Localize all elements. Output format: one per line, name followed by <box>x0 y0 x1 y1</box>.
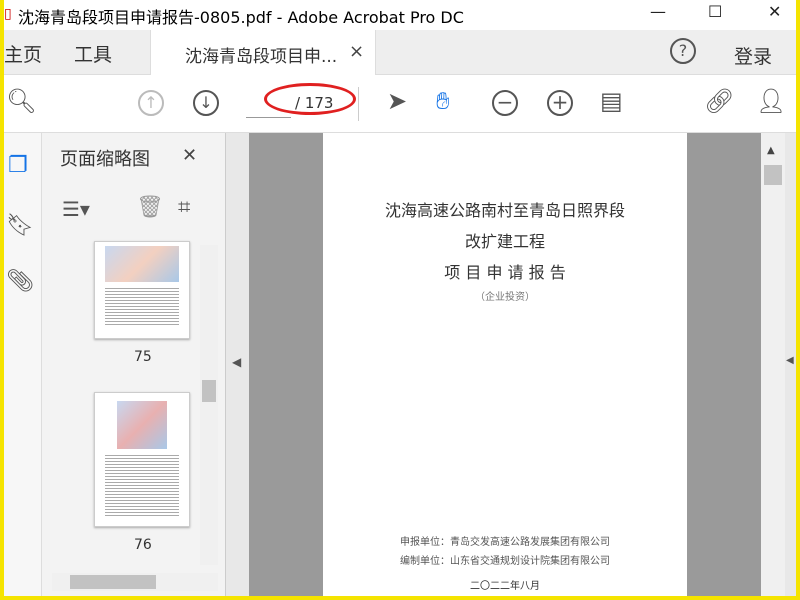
scroll-thumb[interactable] <box>70 575 156 589</box>
left-rail: ❐ 🔖︎ 📎︎ <box>4 133 42 596</box>
zoom-in-icon[interactable]: + <box>547 90 573 116</box>
panel-horizontal-scrollbar[interactable] <box>52 573 218 591</box>
doc-title-line2: 改扩建工程 <box>464 232 545 251</box>
thumbnail-label: 75 <box>134 349 152 365</box>
doc-applicant: 申报单位：青岛交发高速公路发展集团有限公司 <box>400 537 610 548</box>
right-panel-strip[interactable]: ◀ <box>785 133 796 596</box>
acrobat-window: ▯ 沈海青岛段项目申请报告-0805.pdf - Adobe Acrobat P… <box>4 0 796 596</box>
hand-tool-icon[interactable]: ✋︎ <box>436 87 450 115</box>
panel-title: 页面缩略图 <box>60 149 150 170</box>
bookmark-icon[interactable]: 🔖︎ <box>6 213 34 238</box>
annotation-ellipse <box>264 83 356 115</box>
document-vertical-scrollbar[interactable]: ▲ <box>761 133 785 596</box>
minimize-button[interactable]: — <box>650 2 666 21</box>
window-title: 沈海青岛段项目申请报告-0805.pdf - Adobe Acrobat Pro… <box>18 8 464 27</box>
delete-page-icon[interactable]: 🗑︎ <box>136 195 164 220</box>
page-layout-icon[interactable]: ▤ <box>600 87 623 115</box>
tab-bar: 主页 工具 沈海青岛段项目申... × ? 登录 <box>4 30 796 75</box>
next-page-icon[interactable]: ↓ <box>193 90 219 116</box>
login-button[interactable]: 登录 <box>734 42 772 69</box>
expand-arrow-icon[interactable]: ◀ <box>786 355 794 366</box>
doc-title-line1: 沈海高速公路南村至青岛日照界段 <box>384 201 625 220</box>
select-arrow-icon[interactable]: ➤ <box>387 87 407 115</box>
pdf-page: 沈海高速公路南村至青岛日照界段 改扩建工程 项 目 申 请 报 告 （企业投资）… <box>323 133 687 596</box>
tab-document[interactable]: 沈海青岛段项目申... × <box>150 30 376 75</box>
close-button[interactable]: ✕ <box>768 2 781 21</box>
thumbnail-page-75[interactable] <box>94 241 190 339</box>
panel-close-icon[interactable]: ✕ <box>182 145 197 166</box>
page-number-input[interactable] <box>246 117 291 118</box>
collapse-arrow-icon[interactable]: ◀ <box>232 355 241 369</box>
doc-date: 二〇二二年八月 <box>470 581 540 592</box>
tab-document-label: 沈海青岛段项目申... <box>185 47 338 67</box>
add-user-icon[interactable]: 👤︎ <box>756 87 786 115</box>
title-bar: ▯ 沈海青岛段项目申请报告-0805.pdf - Adobe Acrobat P… <box>4 0 796 30</box>
toolbar: 🔍︎ ↑ ↓ / 173 ➤ ✋︎ − + ▤ 🔗︎ 👤︎ <box>4 75 796 133</box>
thumbnail-page-76[interactable] <box>94 392 190 527</box>
doc-title-line3: 项 目 申 请 报 告 <box>444 263 566 282</box>
tab-tools[interactable]: 工具 <box>74 40 112 67</box>
maximize-button[interactable]: ☐ <box>708 2 722 21</box>
page-thumbnails-icon[interactable]: ❐ <box>8 153 28 178</box>
thumbnails-panel: 页面缩略图 ✕ ☰▾ 🗑︎ ⌗ 75 76 <box>42 133 225 596</box>
doc-compiler: 编制单位：山东省交通规划设计院集团有限公司 <box>400 556 610 567</box>
panel-vertical-scrollbar[interactable] <box>200 245 218 565</box>
crop-page-icon[interactable]: ⌗ <box>178 195 190 220</box>
panel-collapse-strip[interactable]: ◀ <box>225 133 249 596</box>
zoom-out-icon[interactable]: − <box>492 90 518 116</box>
scroll-thumb[interactable] <box>202 380 216 402</box>
prev-page-icon[interactable]: ↑ <box>138 90 164 116</box>
document-view: 沈海高速公路南村至青岛日照界段 改扩建工程 项 目 申 请 报 告 （企业投资）… <box>249 133 761 596</box>
tab-close-icon[interactable]: × <box>349 41 364 62</box>
attachment-icon[interactable]: 📎︎ <box>6 269 34 294</box>
zoom-search-icon[interactable]: 🔍︎ <box>6 87 36 115</box>
share-link-icon[interactable]: 🔗︎ <box>704 87 734 115</box>
tab-home[interactable]: 主页 <box>4 40 42 67</box>
help-icon[interactable]: ? <box>670 38 696 64</box>
scroll-thumb[interactable] <box>764 165 782 185</box>
scroll-up-icon[interactable]: ▲ <box>767 145 775 156</box>
doc-subtitle: （企业投资） <box>475 292 535 303</box>
thumbnail-label: 76 <box>134 537 152 553</box>
pdf-icon: ▯ <box>4 6 12 22</box>
thumbnail-options-icon[interactable]: ☰▾ <box>62 197 90 221</box>
divider <box>358 87 359 121</box>
